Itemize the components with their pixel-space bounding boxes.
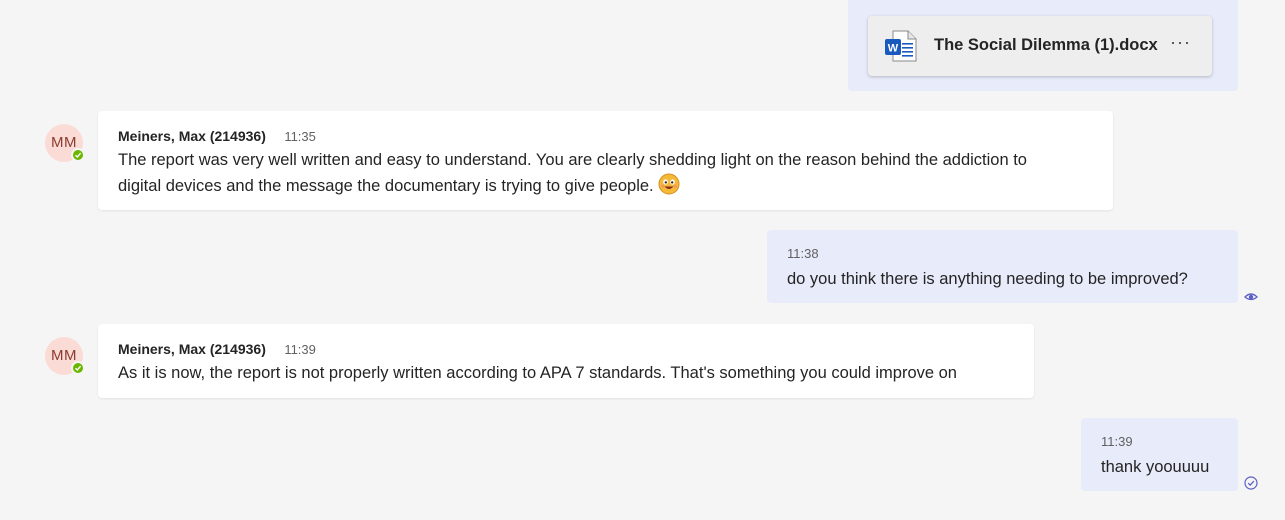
more-options-icon[interactable]: ··· [1170,32,1191,53]
sent-check-icon [1244,476,1258,490]
incoming-message: Meiners, Max (214936) 11:39 As it is now… [98,324,1034,398]
word-doc-icon: W [884,30,918,62]
message-time: 11:39 [1101,434,1133,449]
message-text-line: digital devices and the message the docu… [118,177,654,195]
message-time: 11:38 [787,246,819,261]
self-message: 11:39 thank yoouuuu [1081,418,1238,491]
chat-thread: W The Social Dilemma (1).docx ··· MM Mei… [0,0,1285,520]
message-text: thank yoouuuu [1101,458,1210,476]
message-text: As it is now, the report is not properly… [118,364,957,382]
message-time: 11:39 [284,342,316,357]
message-text: The report was very well written and eas… [118,148,1027,203]
file-name[interactable]: The Social Dilemma (1).docx [934,36,1158,55]
svg-text:W: W [888,43,899,55]
message-time: 11:35 [284,129,316,144]
sender-name[interactable]: Meiners, Max (214936) [118,128,266,144]
avatar[interactable]: MM [45,337,85,375]
message-text-line: The report was very well written and eas… [118,151,1027,169]
sender-name[interactable]: Meiners, Max (214936) [118,341,266,357]
avatar[interactable]: MM [45,124,85,162]
presence-available-icon [71,361,85,375]
seen-eye-icon [1244,290,1258,304]
self-message: 11:38 do you think there is anything nee… [767,230,1238,303]
message-text: do you think there is anything needing t… [787,270,1188,288]
file-attachment-card[interactable]: W The Social Dilemma (1).docx ··· [868,16,1212,76]
incoming-message: Meiners, Max (214936) 11:35 The report w… [98,111,1113,210]
self-message-file: W The Social Dilemma (1).docx ··· [848,0,1238,91]
smile-emoji-icon [658,173,680,203]
presence-available-icon [71,148,85,162]
